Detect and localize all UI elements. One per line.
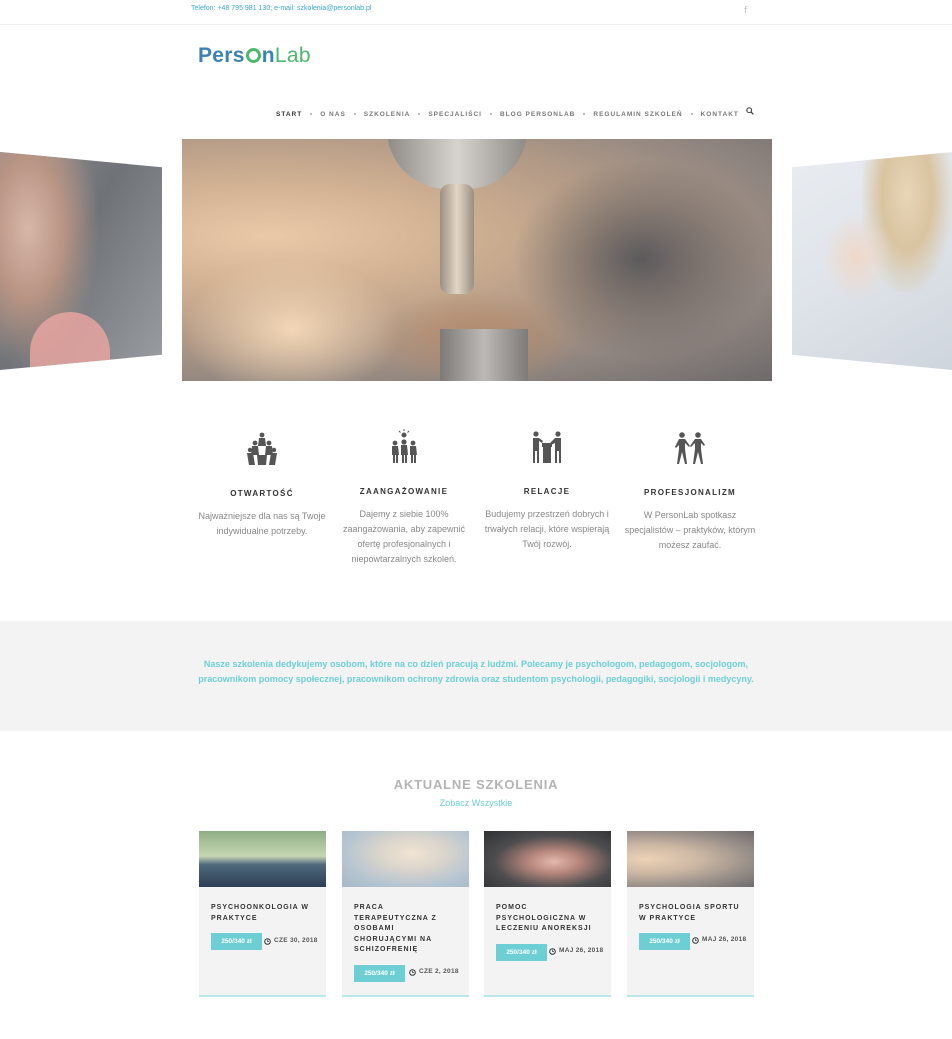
- value-text: Budujemy przestrzeń dobrych i trwałych r…: [484, 509, 610, 549]
- see-all-link[interactable]: Zobacz Wszystkie: [0, 798, 952, 808]
- search-icon[interactable]: [746, 107, 754, 115]
- hero-photo-cloud-light: [182, 259, 402, 381]
- course-price-badge: 250/340 zł: [496, 944, 547, 961]
- slider-next-image[interactable]: [792, 152, 952, 370]
- logo-o-ring-icon: [245, 48, 261, 63]
- course-date: CZE 30, 2018: [274, 937, 318, 944]
- top-bar: Telefon: +48 795 981 130; e-mail: szkole…: [0, 0, 952, 25]
- nav-item-kontakt[interactable]: KONTAKT: [701, 111, 739, 118]
- trophy-cup: [387, 139, 527, 189]
- nav-separator: [310, 113, 313, 115]
- course-card[interactable]: PSYCHOONKOLOGIA W PRAKTYCE 250/340 zł CZ…: [199, 831, 326, 997]
- trophy-stem: [440, 184, 474, 294]
- facebook-icon[interactable]: f: [744, 6, 747, 16]
- logo-text-part2: n: [261, 44, 275, 67]
- trophy-base: [440, 329, 528, 381]
- value-profesjonalizm: PROFESJONALIZM W PersonLab spotkasz spec…: [620, 430, 760, 553]
- course-thumbnail[interactable]: [627, 831, 754, 887]
- slider-prev-image[interactable]: [0, 152, 162, 370]
- value-text: W PersonLab spotkasz specjalistów – prak…: [624, 510, 756, 550]
- course-price-badge: 250/340 zł: [211, 933, 262, 950]
- value-title: ZAANGAŻOWANIE: [359, 487, 449, 496]
- handshake-icon: [675, 432, 705, 464]
- idea-people-icon: [392, 429, 417, 463]
- nav-separator: [353, 113, 356, 115]
- value-text: Dajemy z siebie 100% zaangażowania, aby …: [342, 509, 466, 564]
- value-otwartosc: OTWARTOŚĆ Najważniejsze dla nas są Twoje…: [192, 431, 332, 539]
- value-text: Najważniejsze dla nas są Twoje indywidua…: [198, 511, 326, 536]
- nav-separator: [583, 113, 586, 115]
- nav-item-start[interactable]: START: [276, 111, 302, 118]
- value-zaangazowanie: ZAANGAŻOWANIE Dajemy z siebie 100% zaang…: [334, 429, 474, 567]
- clock-icon: [264, 938, 271, 945]
- slide-photo-hand: [822, 212, 892, 302]
- main-nav: START O NAS SZKOLENIA SPECJALIŚCI BLOG P…: [276, 107, 754, 119]
- audience-banner: Nasze szkolenia dedykujemy osobom, które…: [0, 621, 952, 731]
- nav-item-blog[interactable]: BLOG PERSONLAB: [500, 111, 575, 118]
- nav-separator: [489, 113, 492, 115]
- hero-slide-trophy[interactable]: [182, 139, 772, 381]
- clock-icon: [549, 948, 556, 955]
- course-date: MAJ 26, 2018: [559, 947, 604, 954]
- logo-text-part3: Lab: [274, 44, 311, 67]
- audience-text: Nasze szkolenia dedykujemy osobom, które…: [198, 659, 754, 684]
- value-title: OTWARTOŚĆ: [230, 489, 294, 498]
- course-thumbnail[interactable]: [484, 831, 611, 887]
- value-title: PROFESJONALIZM: [644, 488, 736, 497]
- course-title[interactable]: PSYCHOLOGIA SPORTU W PRAKTYCE: [639, 903, 744, 924]
- course-title[interactable]: POMOC PSYCHOLOGICZNA W LECZENIU ANOREKSJ…: [496, 903, 601, 935]
- nav-item-szkolenia[interactable]: SZKOLENIA: [364, 111, 411, 118]
- nav-separator: [418, 113, 421, 115]
- nav-item-specjalisci[interactable]: SPECJALIŚCI: [428, 111, 482, 118]
- logo-text-part1: Pers: [198, 44, 245, 67]
- nav-separator: [690, 113, 693, 115]
- value-title: RELACJE: [523, 487, 571, 496]
- course-card[interactable]: PSYCHOLOGIA SPORTU W PRAKTYCE 250/340 zł…: [627, 831, 754, 997]
- course-thumbnail[interactable]: [342, 831, 469, 887]
- course-title[interactable]: PSYCHOONKOLOGIA W PRAKTYCE: [211, 903, 316, 924]
- course-thumbnail[interactable]: [199, 831, 326, 887]
- value-relacje: RELACJE Budujemy przestrzeń dobrych i tr…: [477, 429, 617, 552]
- courses-section-title: AKTUALNE SZKOLENIA: [393, 777, 559, 792]
- helping-hand-icon: [533, 431, 561, 463]
- nav-item-regulamin[interactable]: REGULAMIN SZKOLEŃ: [593, 111, 682, 118]
- course-card[interactable]: PRACA TERAPEUTYCZNA Z OSOBAMI CHORUJĄCYM…: [342, 831, 469, 997]
- personlab-logo[interactable]: Pers nLab: [198, 44, 311, 68]
- course-card[interactable]: POMOC PSYCHOLOGICZNA W LECZENIU ANOREKSJ…: [484, 831, 611, 997]
- clock-icon: [692, 937, 699, 944]
- group-hug-icon: [247, 432, 277, 465]
- course-title[interactable]: PRACA TERAPEUTYCZNA Z OSOBAMI CHORUJĄCYM…: [354, 903, 459, 956]
- course-date: MAJ 26, 2018: [702, 936, 747, 943]
- course-price-badge: 250/340 zł: [354, 965, 405, 982]
- course-date: CZE 2, 2018: [419, 968, 459, 975]
- course-price-badge: 250/340 zł: [639, 933, 690, 950]
- clock-icon: [409, 969, 416, 976]
- nav-item-o-nas[interactable]: O NAS: [320, 111, 346, 118]
- contact-info: Telefon: +48 795 981 130; e-mail: szkole…: [191, 5, 372, 12]
